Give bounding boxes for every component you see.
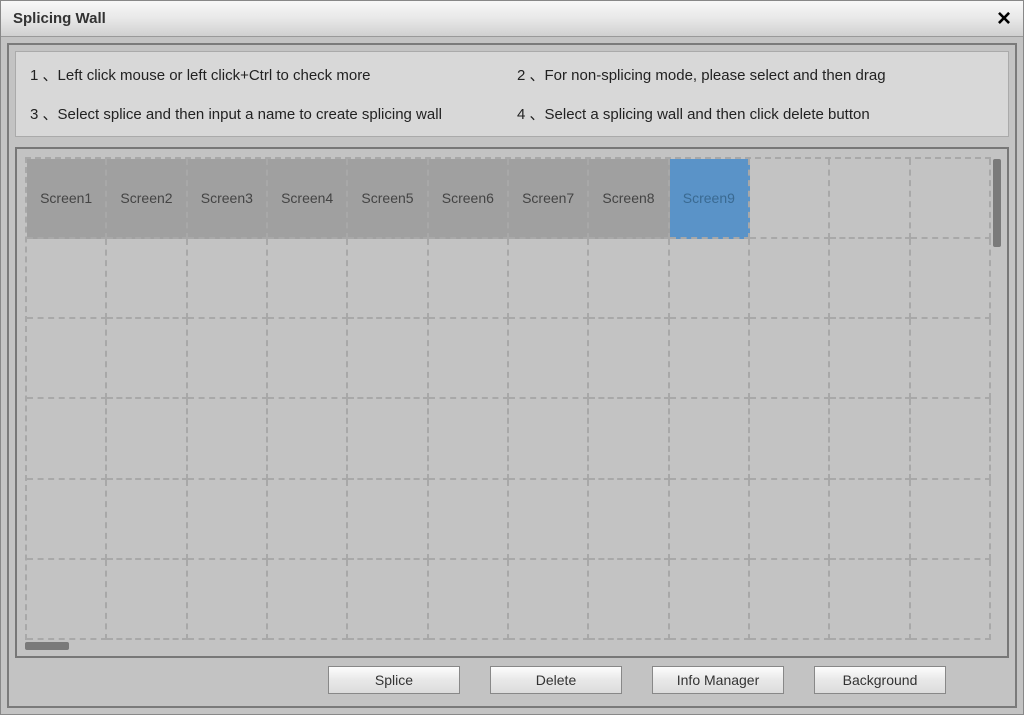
empty-cell[interactable] xyxy=(107,319,187,399)
screen-grid-panel: Screen1Screen2Screen3Screen4Screen5Scree… xyxy=(15,147,1009,658)
splicing-wall-window: Splicing Wall × 1 、Left click mouse or l… xyxy=(0,0,1024,715)
screen-cell-screen3[interactable]: Screen3 xyxy=(188,159,268,239)
empty-cell[interactable] xyxy=(911,239,991,319)
instruction-1: 1 、Left click mouse or left click+Ctrl t… xyxy=(30,64,507,85)
empty-cell[interactable] xyxy=(348,239,428,319)
delete-button[interactable]: Delete xyxy=(490,666,622,694)
empty-cell[interactable] xyxy=(348,480,428,560)
empty-cell[interactable] xyxy=(830,239,910,319)
empty-cell[interactable] xyxy=(509,239,589,319)
empty-cell[interactable] xyxy=(107,239,187,319)
screen-grid[interactable]: Screen1Screen2Screen3Screen4Screen5Scree… xyxy=(25,157,991,640)
screen-cell-screen6[interactable]: Screen6 xyxy=(429,159,509,239)
empty-cell[interactable] xyxy=(670,399,750,479)
empty-cell[interactable] xyxy=(509,319,589,399)
empty-cell[interactable] xyxy=(830,560,910,640)
empty-cell[interactable] xyxy=(107,480,187,560)
empty-cell[interactable] xyxy=(27,560,107,640)
empty-cell[interactable] xyxy=(27,239,107,319)
vertical-scrollbar[interactable] xyxy=(993,157,1001,652)
screen-cell-screen8[interactable]: Screen8 xyxy=(589,159,669,239)
titlebar: Splicing Wall × xyxy=(1,1,1023,37)
screen-cell-screen1[interactable]: Screen1 xyxy=(27,159,107,239)
empty-cell[interactable] xyxy=(911,480,991,560)
screen-cell-screen9[interactable]: Screen9 xyxy=(670,159,750,239)
empty-cell[interactable] xyxy=(750,319,830,399)
instruction-2: 2 、For non-splicing mode, please select … xyxy=(517,64,994,85)
empty-cell[interactable] xyxy=(27,319,107,399)
screen-cell-screen2[interactable]: Screen2 xyxy=(107,159,187,239)
close-icon[interactable]: × xyxy=(997,7,1011,31)
empty-cell[interactable] xyxy=(911,319,991,399)
empty-cell[interactable] xyxy=(589,560,669,640)
window-title: Splicing Wall xyxy=(13,10,106,27)
empty-cell[interactable] xyxy=(670,239,750,319)
empty-cell[interactable] xyxy=(429,319,509,399)
inner-frame: 1 、Left click mouse or left click+Ctrl t… xyxy=(7,43,1017,708)
empty-cell[interactable] xyxy=(268,239,348,319)
empty-cell[interactable] xyxy=(589,239,669,319)
vertical-scrollbar-thumb[interactable] xyxy=(993,159,1001,247)
empty-cell[interactable] xyxy=(429,480,509,560)
instructions-panel: 1 、Left click mouse or left click+Ctrl t… xyxy=(15,51,1009,137)
empty-cell[interactable] xyxy=(268,560,348,640)
empty-cell[interactable] xyxy=(750,560,830,640)
empty-cell[interactable] xyxy=(830,319,910,399)
empty-cell[interactable] xyxy=(188,399,268,479)
empty-cell[interactable] xyxy=(188,480,268,560)
empty-cell[interactable] xyxy=(268,319,348,399)
empty-cell[interactable] xyxy=(509,480,589,560)
empty-cell[interactable] xyxy=(348,399,428,479)
screen-cell-screen4[interactable]: Screen4 xyxy=(268,159,348,239)
screen-cell-screen7[interactable]: Screen7 xyxy=(509,159,589,239)
empty-cell[interactable] xyxy=(750,480,830,560)
horizontal-scrollbar[interactable] xyxy=(25,642,991,652)
empty-cell[interactable] xyxy=(188,319,268,399)
empty-cell[interactable] xyxy=(830,480,910,560)
empty-cell[interactable] xyxy=(670,480,750,560)
content-area: 1 、Left click mouse or left click+Ctrl t… xyxy=(1,37,1023,714)
empty-cell[interactable] xyxy=(509,560,589,640)
empty-cell[interactable] xyxy=(429,239,509,319)
empty-cell[interactable] xyxy=(188,239,268,319)
empty-cell[interactable] xyxy=(27,480,107,560)
background-button[interactable]: Background xyxy=(814,666,946,694)
horizontal-scrollbar-thumb[interactable] xyxy=(25,642,69,650)
empty-cell[interactable] xyxy=(589,480,669,560)
empty-cell[interactable] xyxy=(750,399,830,479)
instruction-3: 3 、Select splice and then input a name t… xyxy=(30,103,507,124)
info-manager-button[interactable]: Info Manager xyxy=(652,666,784,694)
empty-cell[interactable] xyxy=(188,560,268,640)
splice-button[interactable]: Splice xyxy=(328,666,460,694)
empty-cell[interactable] xyxy=(911,159,991,239)
empty-cell[interactable] xyxy=(348,560,428,640)
empty-cell[interactable] xyxy=(268,399,348,479)
empty-cell[interactable] xyxy=(268,480,348,560)
empty-cell[interactable] xyxy=(589,399,669,479)
empty-cell[interactable] xyxy=(107,560,187,640)
empty-cell[interactable] xyxy=(911,399,991,479)
empty-cell[interactable] xyxy=(589,319,669,399)
empty-cell[interactable] xyxy=(830,399,910,479)
empty-cell[interactable] xyxy=(911,560,991,640)
empty-cell[interactable] xyxy=(750,239,830,319)
empty-cell[interactable] xyxy=(509,399,589,479)
empty-cell[interactable] xyxy=(830,159,910,239)
empty-cell[interactable] xyxy=(670,319,750,399)
buttons-row: Splice Delete Info Manager Background xyxy=(265,658,1009,700)
screen-cell-screen5[interactable]: Screen5 xyxy=(348,159,428,239)
empty-cell[interactable] xyxy=(429,560,509,640)
empty-cell[interactable] xyxy=(670,560,750,640)
empty-cell[interactable] xyxy=(750,159,830,239)
empty-cell[interactable] xyxy=(348,319,428,399)
empty-cell[interactable] xyxy=(429,399,509,479)
empty-cell[interactable] xyxy=(107,399,187,479)
empty-cell[interactable] xyxy=(27,399,107,479)
instruction-4: 4 、Select a splicing wall and then click… xyxy=(517,103,994,124)
